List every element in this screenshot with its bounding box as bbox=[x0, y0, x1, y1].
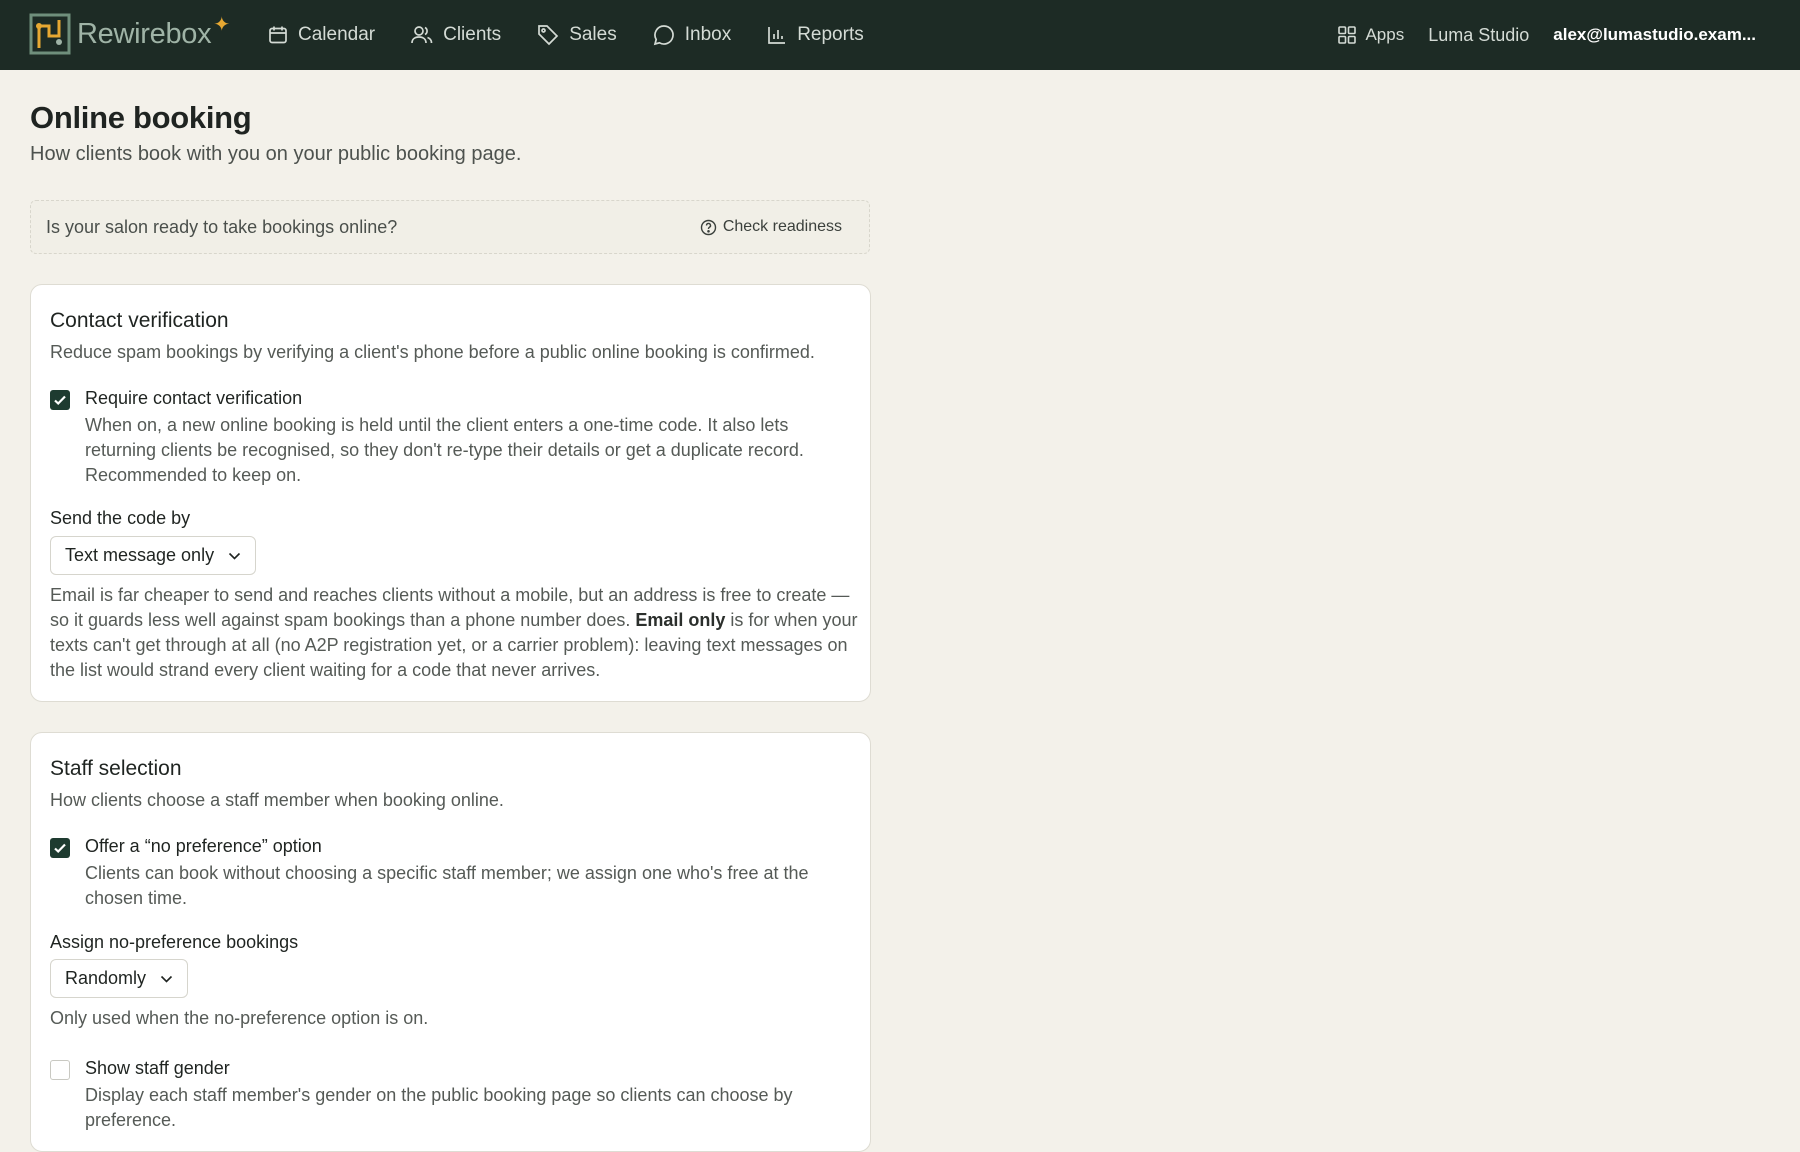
help-circle-icon bbox=[700, 219, 717, 235]
nav-clients-label: Clients bbox=[443, 24, 502, 45]
no-preference-checkbox[interactable] bbox=[50, 838, 70, 858]
readiness-text: Is your salon ready to take bookings onl… bbox=[46, 217, 398, 237]
staff-selection-description: How clients choose a staff member when b… bbox=[50, 790, 504, 810]
nav-calendar-label: Calendar bbox=[298, 24, 376, 45]
assign-bookings-value: Randomly bbox=[65, 968, 147, 988]
apps-label: Apps bbox=[1365, 25, 1405, 44]
require-verification-label: Require contact verification bbox=[85, 388, 303, 408]
no-preference-row: Offer a “no preference” option Clients c… bbox=[50, 836, 850, 908]
main-nav: Calendar Clients Sales Inbox Reports bbox=[268, 0, 900, 70]
show-gender-help: Display each staff member's gender on th… bbox=[85, 1085, 793, 1130]
nav-reports-label: Reports bbox=[797, 24, 864, 45]
require-verification-checkbox[interactable] bbox=[50, 390, 70, 410]
apps-button[interactable]: Apps bbox=[1338, 25, 1404, 45]
send-code-label: Send the code by bbox=[50, 508, 191, 528]
send-code-value: Text message only bbox=[65, 545, 215, 565]
account-menu[interactable]: alex@lumastudio.exam... bbox=[1553, 25, 1756, 45]
tag-icon bbox=[538, 25, 559, 46]
checkmark-icon bbox=[54, 395, 66, 406]
chat-icon bbox=[653, 25, 674, 46]
show-gender-checkbox[interactable] bbox=[50, 1060, 70, 1080]
brand-name: Rewirebox bbox=[77, 17, 212, 50]
no-preference-label: Offer a “no preference” option bbox=[85, 836, 322, 856]
nav-inbox[interactable]: Inbox bbox=[653, 24, 731, 46]
page-subtitle: How clients book with you on your public… bbox=[30, 143, 522, 165]
contact-verification-card: Contact verification Reduce spam booking… bbox=[30, 284, 871, 702]
nav-sales-label: Sales bbox=[569, 24, 617, 45]
contact-verification-title: Contact verification bbox=[50, 309, 229, 332]
nav-calendar[interactable]: Calendar bbox=[268, 24, 375, 46]
show-gender-label: Show staff gender bbox=[85, 1058, 230, 1078]
nav-sales[interactable]: Sales bbox=[537, 24, 617, 46]
brand-logo[interactable]: Rewirebox ✦ bbox=[29, 12, 230, 56]
send-code-select[interactable]: Text message only bbox=[50, 536, 257, 575]
nav-clients[interactable]: Clients bbox=[411, 24, 501, 46]
assign-bookings-help: Only used when the no-preference option … bbox=[50, 1008, 429, 1028]
require-verification-row: Require contact verification When on, a … bbox=[50, 388, 850, 488]
bar-chart-icon bbox=[768, 27, 786, 44]
account-nav: Apps Luma Studio alex@lumastudio.exam... bbox=[1338, 0, 1756, 70]
assign-bookings-select[interactable]: Randomly bbox=[50, 959, 189, 998]
readiness-banner: Is your salon ready to take bookings onl… bbox=[30, 200, 870, 254]
rewirebox-logo-icon bbox=[29, 13, 71, 55]
chevron-down-icon bbox=[229, 552, 241, 560]
contact-verification-description: Reduce spam bookings by verifying a clie… bbox=[50, 342, 815, 362]
apps-grid-icon bbox=[1338, 26, 1357, 44]
calendar-icon bbox=[269, 26, 287, 44]
top-navigation-bar: Rewirebox ✦ Calendar Clients Sales Inbox… bbox=[0, 0, 1800, 70]
nav-reports[interactable]: Reports bbox=[767, 24, 864, 46]
nav-inbox-label: Inbox bbox=[684, 24, 732, 45]
page-title: Online booking bbox=[30, 100, 252, 135]
chevron-down-icon bbox=[160, 975, 173, 983]
show-gender-row: Show staff gender Display each staff mem… bbox=[50, 1058, 850, 1138]
assign-bookings-label: Assign no-preference bookings bbox=[50, 932, 299, 952]
studio-switcher[interactable]: Luma Studio bbox=[1428, 25, 1529, 46]
users-icon bbox=[411, 26, 433, 44]
checkmark-icon bbox=[54, 843, 66, 854]
sparkle-icon: ✦ bbox=[213, 13, 231, 36]
check-readiness-label: Check readiness bbox=[722, 218, 842, 235]
send-code-help: Email is far cheaper to send and reaches… bbox=[50, 583, 860, 683]
check-readiness-button[interactable]: Check readiness bbox=[700, 218, 842, 236]
no-preference-help: Clients can book without choosing a spec… bbox=[85, 863, 809, 908]
require-verification-help: When on, a new online booking is held un… bbox=[85, 415, 804, 485]
staff-selection-title: Staff selection bbox=[50, 757, 182, 780]
email-only-emphasis: Email only bbox=[635, 610, 726, 630]
staff-selection-card: Staff selection How clients choose a sta… bbox=[30, 732, 871, 1152]
